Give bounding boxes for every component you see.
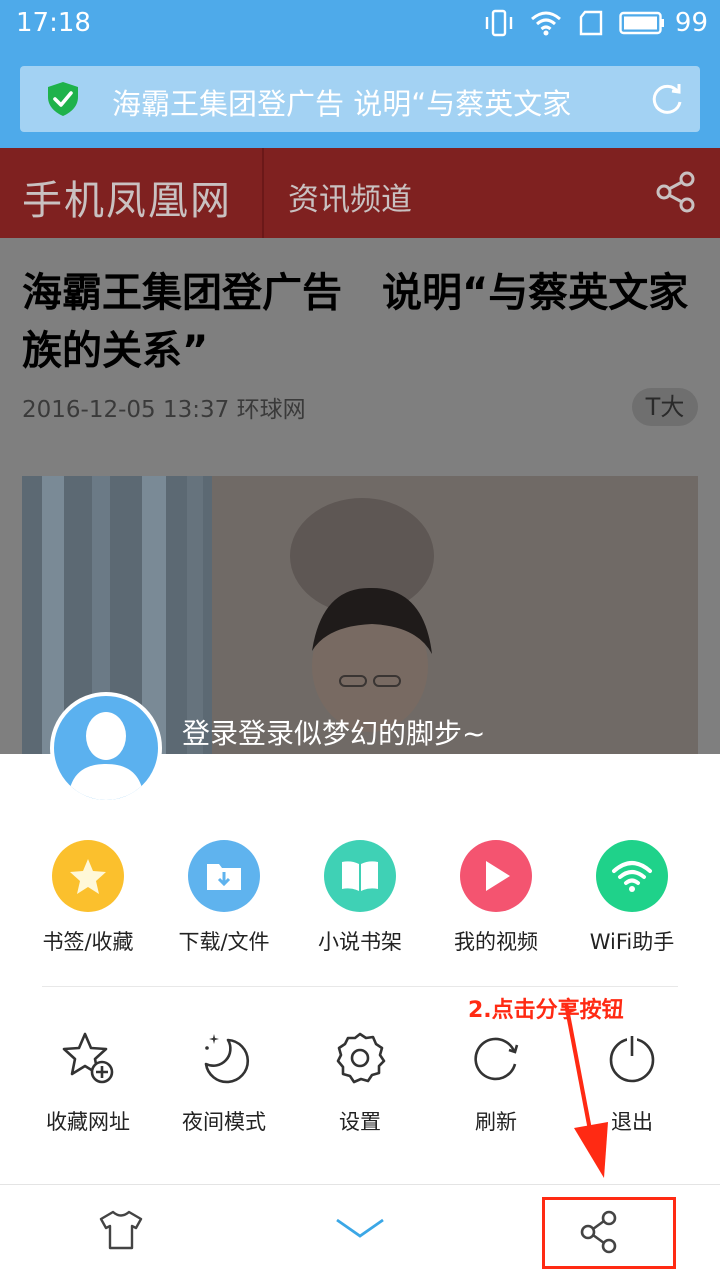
menu-item-label: 收藏网址 [46, 1110, 130, 1134]
menu-item-label: 设置 [339, 1110, 381, 1134]
shield-check-icon [46, 81, 80, 121]
menu-item-wifi[interactable]: WiFi助手 [564, 840, 700, 956]
gear-icon [324, 1022, 396, 1094]
article-content: 海霸王集团登广告 说明“与蔡英文家族的关系” 2016-12-05 13:37 … [0, 238, 720, 754]
status-time: 17:18 [16, 8, 91, 38]
battery-level: 99 [674, 8, 708, 38]
moon-icon [188, 1022, 260, 1094]
sim-icon [577, 10, 605, 36]
refresh-icon [460, 1022, 532, 1094]
menu-item-videos[interactable]: 我的视频 [428, 840, 564, 956]
menu-item-add-bookmark[interactable]: 收藏网址 [20, 1022, 156, 1136]
site-header: 手机凤凰网 资讯频道 [0, 148, 720, 238]
battery-icon [619, 11, 665, 35]
article-meta: 2016-12-05 13:37 环球网 [22, 397, 306, 423]
menu-row-primary: 书签/收藏 下载/文件 小说书架 我的视频 WiFi助手 [0, 840, 720, 960]
avatar[interactable] [50, 692, 162, 804]
menu-item-label: 我的视频 [454, 930, 538, 954]
menu-item-label: 下载/文件 [178, 930, 270, 954]
wifi-icon [596, 840, 668, 912]
login-prompt[interactable]: 登录登录似梦幻的脚步~ [182, 712, 485, 752]
site-logo[interactable]: 手机凤凰网 [22, 168, 232, 226]
menu-item-night-mode[interactable]: 夜间模式 [156, 1022, 292, 1136]
article-title: 海霸王集团登广告 说明“与蔡英文家族的关系” [22, 270, 689, 374]
add-bookmark-icon [52, 1022, 124, 1094]
header-divider [262, 148, 264, 238]
channel-label[interactable]: 资讯频道 [288, 174, 412, 219]
menu-item-downloads[interactable]: 下载/文件 [156, 840, 292, 956]
menu-divider [42, 986, 678, 987]
bottom-toolbar [0, 1184, 720, 1280]
menu-item-label: 小说书架 [318, 930, 402, 954]
page-title: 海霸王集团登广告 说明“与蔡英文家 [112, 87, 572, 121]
status-bar: 17:18 99 [0, 0, 720, 48]
reload-icon[interactable] [648, 80, 686, 122]
menu-item-settings[interactable]: 设置 [292, 1022, 428, 1136]
menu-item-label: 夜间模式 [182, 1110, 266, 1134]
collapse-icon[interactable] [334, 1215, 386, 1245]
share-icon[interactable] [578, 1209, 622, 1259]
address-bar[interactable]: 海霸王集团登广告 说明“与蔡英文家 [20, 66, 700, 132]
menu-item-label: WiFi助手 [589, 930, 675, 954]
menu-item-label: 书签/收藏 [42, 930, 134, 954]
play-icon [460, 840, 532, 912]
shirt-icon[interactable] [98, 1209, 144, 1255]
status-icons: 99 [483, 8, 708, 38]
share-icon[interactable] [654, 170, 698, 218]
vibrate-icon [483, 8, 515, 38]
book-icon [324, 840, 396, 912]
star-icon [52, 840, 124, 912]
font-size-button[interactable]: T大 [632, 388, 698, 426]
address-bar-area: 海霸王集团登广告 说明“与蔡英文家 [0, 48, 720, 148]
annotation-arrow [564, 1003, 608, 1178]
download-folder-icon [188, 840, 260, 912]
menu-item-novels[interactable]: 小说书架 [292, 840, 428, 956]
menu-item-bookmarks[interactable]: 书签/收藏 [20, 840, 156, 956]
wifi-status-icon [529, 9, 563, 37]
